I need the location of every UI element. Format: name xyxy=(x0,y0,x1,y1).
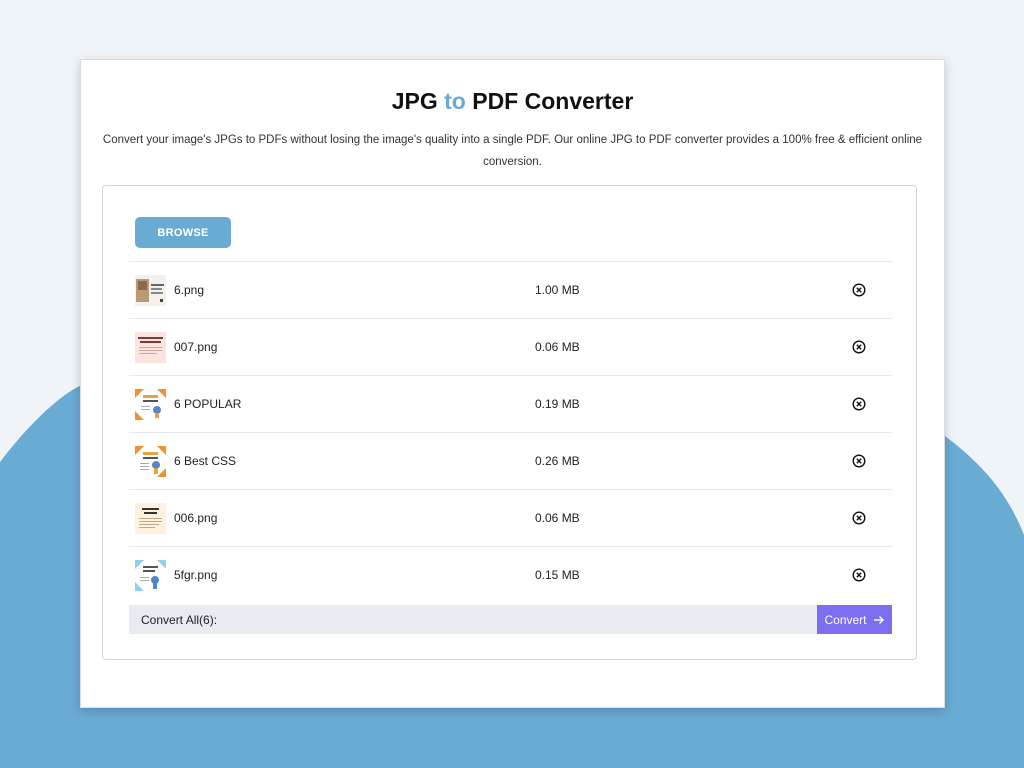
convert-bar: Convert All(6): Convert xyxy=(129,605,892,634)
file-name: 6 POPULAR xyxy=(174,397,242,411)
file-thumbnail xyxy=(135,560,166,591)
file-size: 0.06 MB xyxy=(535,340,580,354)
file-row: 6 POPULAR 0.19 MB xyxy=(129,376,892,433)
remove-file-icon[interactable] xyxy=(852,454,866,468)
browse-button[interactable]: BROWSE xyxy=(135,217,231,248)
remove-file-icon[interactable] xyxy=(852,511,866,525)
file-thumbnail xyxy=(135,275,166,306)
file-size: 0.26 MB xyxy=(535,454,580,468)
file-size: 0.15 MB xyxy=(535,568,580,582)
file-size: 0.19 MB xyxy=(535,397,580,411)
file-name: 6.png xyxy=(174,283,205,297)
remove-file-icon[interactable] xyxy=(852,340,866,354)
page-background: JPG to PDF Converter Convert your image'… xyxy=(0,0,1024,768)
title-part-converter: PDF Converter xyxy=(472,88,634,114)
remove-file-icon[interactable] xyxy=(852,283,866,297)
file-thumbnail xyxy=(135,503,166,534)
file-thumbnail xyxy=(135,332,166,363)
title-accent-to: to xyxy=(444,88,466,114)
convert-button[interactable]: Convert xyxy=(817,605,892,634)
file-name: 5fgr.png xyxy=(174,568,218,582)
file-size: 1.00 MB xyxy=(535,283,580,297)
arrow-right-icon xyxy=(873,615,884,624)
file-size: 0.06 MB xyxy=(535,511,580,525)
file-name: 006.png xyxy=(174,511,218,525)
file-row: 007.png 0.06 MB xyxy=(129,319,892,376)
page-description: Convert your image's JPGs to PDFs withou… xyxy=(102,134,923,168)
file-list: 6.png 1.00 MB 007.png 0.06 MB 6 POPULAR … xyxy=(129,261,892,603)
title-part-jpg: JPG xyxy=(391,88,438,114)
file-row: 5fgr.png 0.15 MB xyxy=(129,547,892,603)
file-thumbnail xyxy=(135,389,166,420)
page-title: JPG to PDF Converter xyxy=(81,88,944,115)
upload-panel: BROWSE 6.png 1.00 MB 007.png 0.06 MB 6 P… xyxy=(102,185,917,660)
file-row: 6 Best CSS 0.26 MB xyxy=(129,433,892,490)
file-name: 007.png xyxy=(174,340,218,354)
convert-button-label: Convert xyxy=(824,612,867,627)
file-name: 6 Best CSS xyxy=(174,454,237,468)
converter-card: JPG to PDF Converter Convert your image'… xyxy=(80,59,945,708)
file-thumbnail xyxy=(135,446,166,477)
file-row: 6.png 1.00 MB xyxy=(129,262,892,319)
file-row: 006.png 0.06 MB xyxy=(129,490,892,547)
remove-file-icon[interactable] xyxy=(852,397,866,411)
remove-file-icon[interactable] xyxy=(852,568,866,582)
convert-all-label: Convert All(6): xyxy=(141,613,218,627)
